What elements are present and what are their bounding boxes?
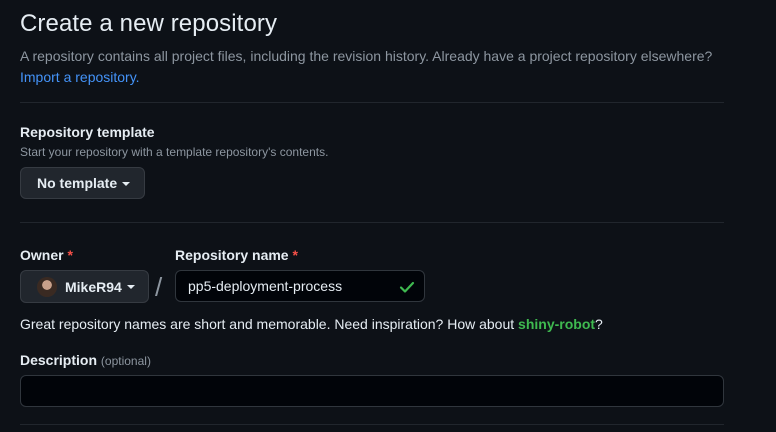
description-input[interactable] bbox=[20, 375, 724, 407]
owner-label: Owner * bbox=[20, 247, 73, 263]
repo-name-label-text: Repository name bbox=[175, 247, 289, 263]
repository-name-input[interactable] bbox=[175, 270, 425, 302]
owner-label-text: Owner bbox=[20, 247, 64, 263]
hint-text: Great repository names are short and mem… bbox=[20, 316, 519, 332]
caret-down-icon bbox=[126, 285, 135, 289]
template-select-button[interactable]: No template bbox=[20, 167, 145, 199]
hint-end: ? bbox=[595, 316, 603, 332]
description-label: Description (optional) bbox=[20, 352, 151, 368]
owner-select-value: MikeR94 bbox=[65, 278, 122, 295]
template-label: Repository template bbox=[20, 124, 155, 140]
required-mark: * bbox=[292, 247, 298, 263]
page-title: Create a new repository bbox=[20, 10, 278, 37]
name-suggestion[interactable]: shiny-robot bbox=[518, 316, 595, 332]
page-subtitle: A repository contains all project files,… bbox=[20, 46, 760, 88]
check-icon bbox=[399, 281, 415, 293]
avatar bbox=[37, 276, 57, 297]
create-repository-page: Create a new repository A repository con… bbox=[0, 0, 776, 432]
caret-down-icon bbox=[122, 181, 131, 186]
repo-name-label: Repository name * bbox=[175, 247, 298, 263]
section-divider bbox=[20, 424, 724, 425]
section-divider bbox=[20, 222, 724, 223]
repository-name-hint: Great repository names are short and mem… bbox=[20, 316, 603, 332]
import-repository-link[interactable]: Import a repository. bbox=[20, 69, 140, 85]
description-label-text: Description bbox=[20, 352, 98, 368]
section-divider bbox=[20, 102, 724, 103]
owner-select-button[interactable]: MikeR94 bbox=[20, 270, 149, 303]
optional-tag: (optional) bbox=[100, 354, 151, 368]
required-mark: * bbox=[67, 247, 73, 263]
owner-repo-separator: / bbox=[155, 272, 163, 302]
template-hint: Start your repository with a template re… bbox=[20, 145, 329, 159]
template-select-label: No template bbox=[37, 175, 118, 191]
subtitle-text: A repository contains all project files,… bbox=[20, 48, 713, 64]
